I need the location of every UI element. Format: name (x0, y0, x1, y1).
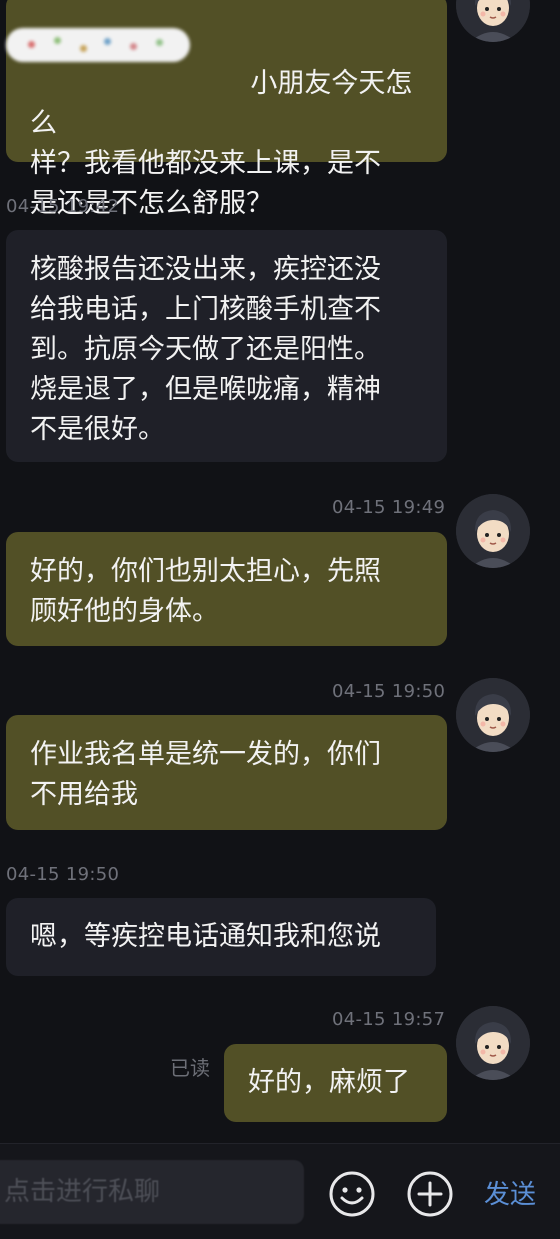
message-bubble-sent[interactable]: 好的，麻烦了 (224, 1044, 447, 1122)
avatar-self[interactable] (456, 678, 530, 752)
chat-screen: 小朋友今天怎么 样？我看他都没来上课，是不 是还是不怎么舒服？ 04-15 19… (0, 0, 560, 1239)
message-bubble-sent[interactable]: 好的，你们也别太担心，先照 顾好他的身体。 (6, 532, 447, 646)
send-button[interactable]: 发送 (484, 1174, 536, 1211)
message-timestamp: 04-15 19:42 (6, 196, 120, 217)
message-timestamp: 04-15 19:50 (6, 864, 120, 885)
avatar-self[interactable] (456, 1006, 530, 1080)
message-bubble-sent[interactable]: 小朋友今天怎么 样？我看他都没来上课，是不 是还是不怎么舒服？ (6, 0, 447, 219)
avatar-self[interactable] (456, 0, 530, 42)
message-timestamp: 04-15 19:57 (332, 1009, 446, 1030)
chat-input-bar: 点击进行私聊 发送 (0, 1143, 560, 1239)
avatar-self[interactable] (456, 494, 530, 568)
message-bubble-sent[interactable]: 作业我名单是统一发的，你们 不用给我 (6, 715, 447, 830)
message-timestamp: 04-15 19:49 (332, 497, 446, 518)
smiley-icon[interactable] (328, 1170, 376, 1218)
message-bubble-received[interactable]: 核酸报告还没出来，疾控还没 给我电话，上门核酸手机查不 到。抗原今天做了还是阳性… (6, 230, 447, 462)
read-status: 已读 (170, 1056, 210, 1080)
redacted-name-blur (6, 28, 190, 62)
chat-input[interactable]: 点击进行私聊 (0, 1160, 304, 1224)
message-bubble-received[interactable]: 嗯，等疾控电话通知我和您说 (6, 898, 436, 976)
plus-circle-icon[interactable] (406, 1170, 454, 1218)
message-timestamp: 04-15 19:50 (332, 681, 446, 702)
